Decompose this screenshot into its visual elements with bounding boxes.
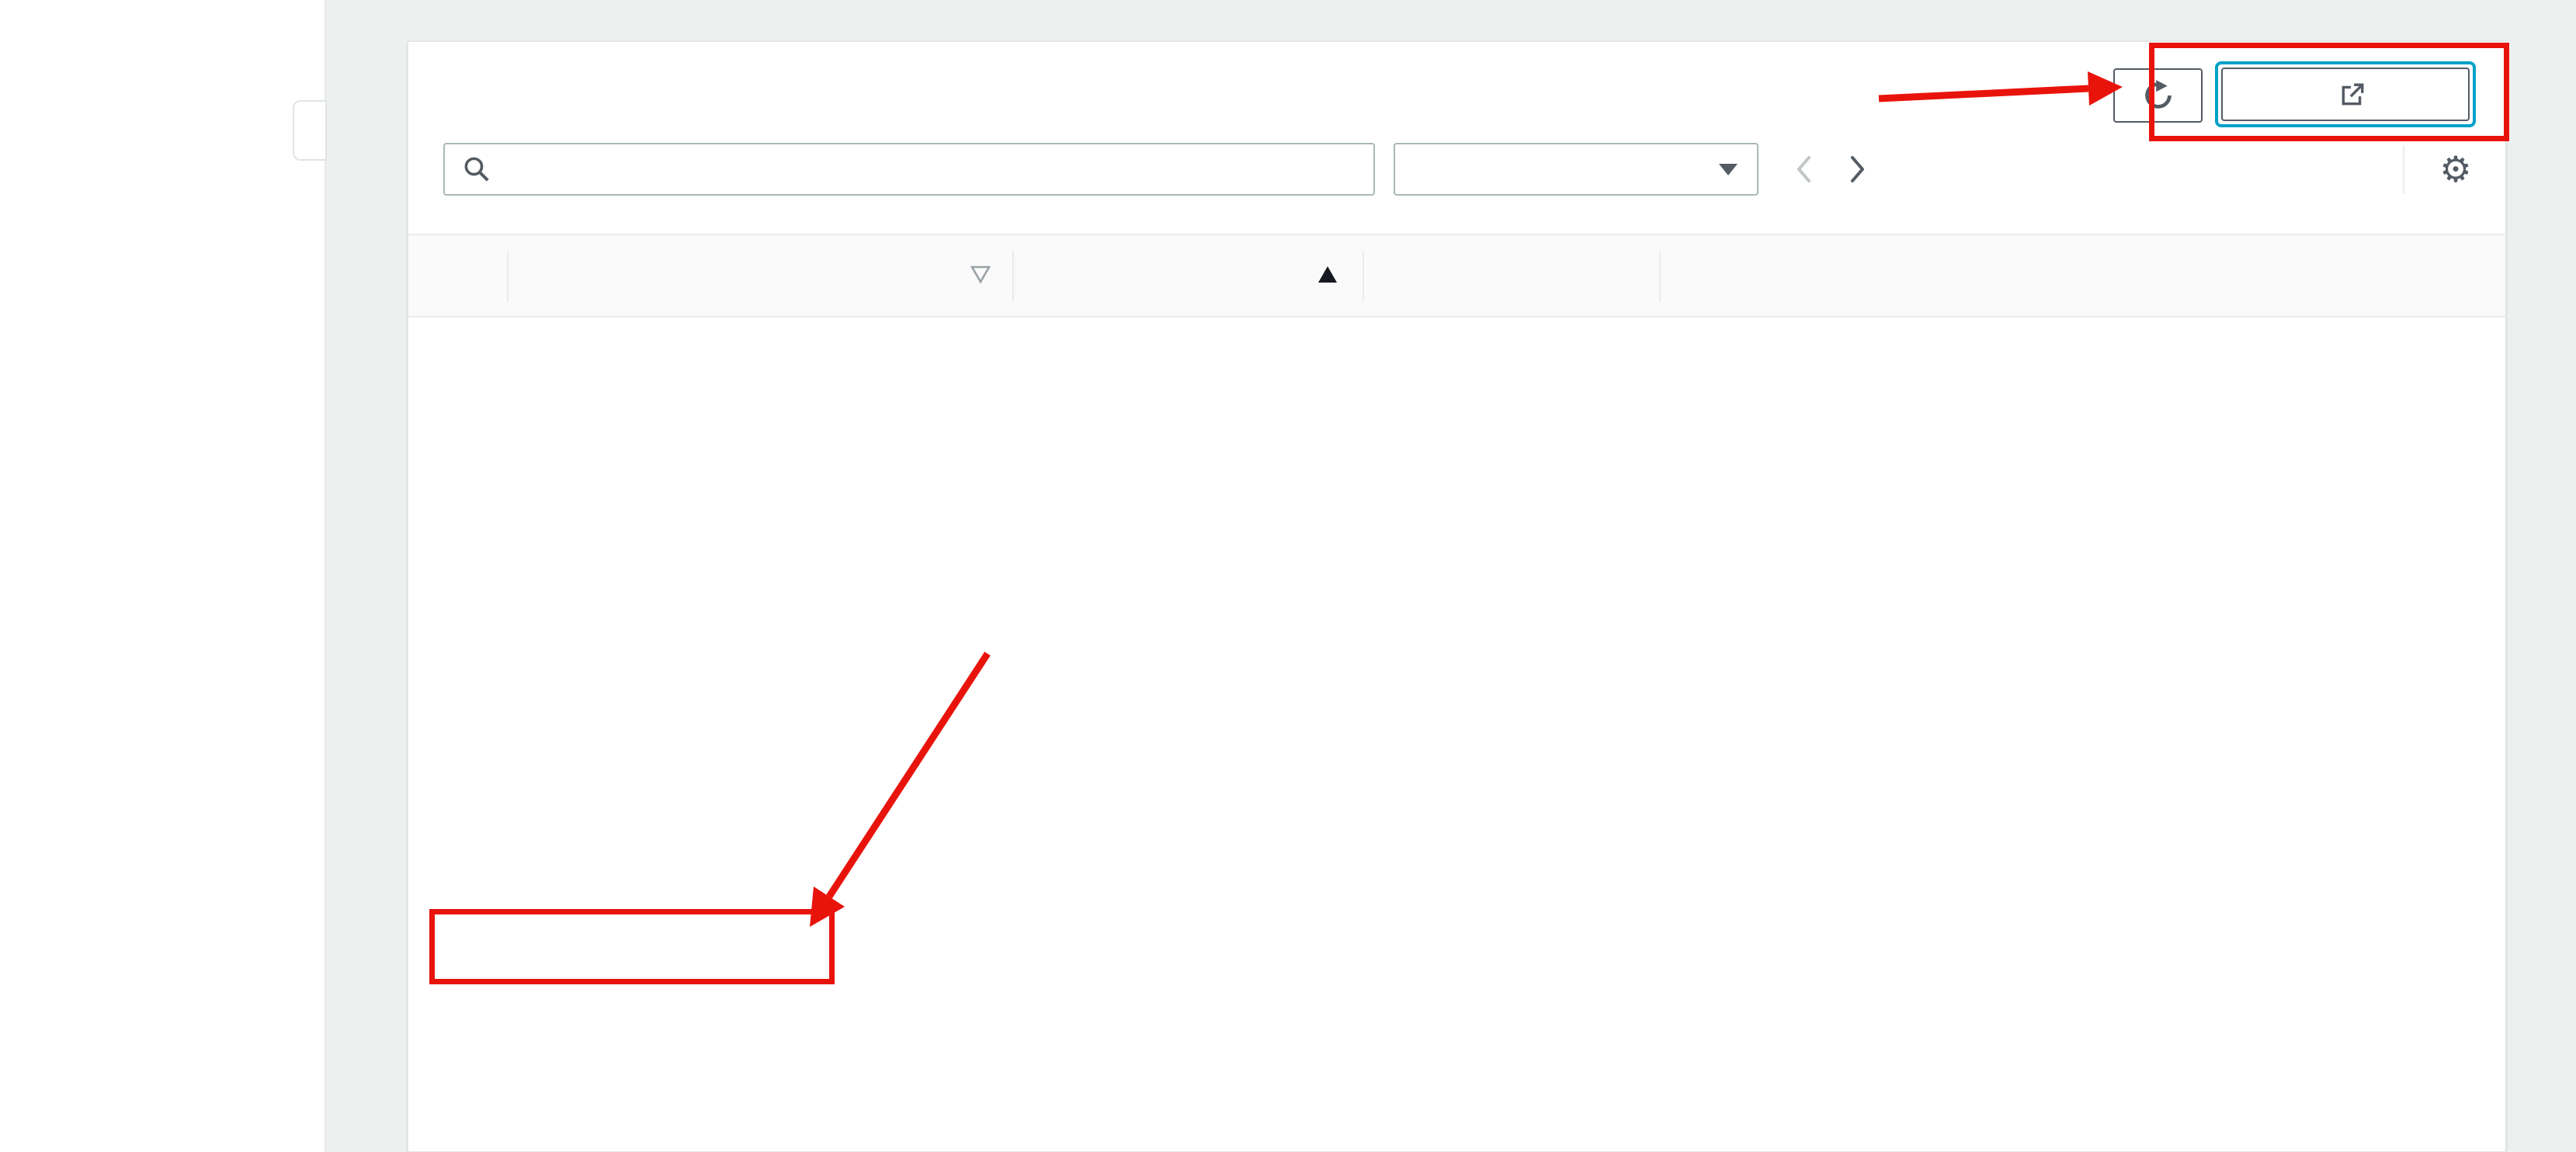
pagination [1776,143,1885,196]
column-divider [1012,251,1014,302]
previous-page-button[interactable] [1776,155,1831,183]
refresh-button[interactable] [2113,68,2203,123]
request-limit-increase-button[interactable] [2221,68,2470,121]
refresh-icon [2141,78,2175,113]
sidebar-collapse-button[interactable] [293,100,327,161]
sort-desc-outline-icon[interactable] [970,265,991,285]
limits-panel: ⚙ [408,41,2506,1152]
search-input[interactable] [505,146,1373,193]
table-header [408,234,2505,317]
search-icon [462,154,491,184]
external-link-icon [2339,82,2366,108]
ec2-sidebar [0,0,326,1152]
column-divider [1363,251,1364,302]
chevron-left-icon [1795,155,1812,183]
toolbar-divider [2403,145,2404,193]
column-divider [1659,251,1661,302]
column-divider [507,251,509,302]
sort-asc-filled-icon[interactable] [1317,265,1338,285]
table-settings-button[interactable]: ⚙ [2428,143,2483,196]
chevron-right-icon [1849,155,1866,183]
request-button-focus-ring [2215,61,2476,127]
gear-icon: ⚙ [2439,148,2471,190]
next-page-button[interactable] [1831,155,1885,183]
filter-select[interactable] [1394,143,1758,196]
caret-down-icon [1718,162,1738,176]
search-box [443,143,1375,196]
